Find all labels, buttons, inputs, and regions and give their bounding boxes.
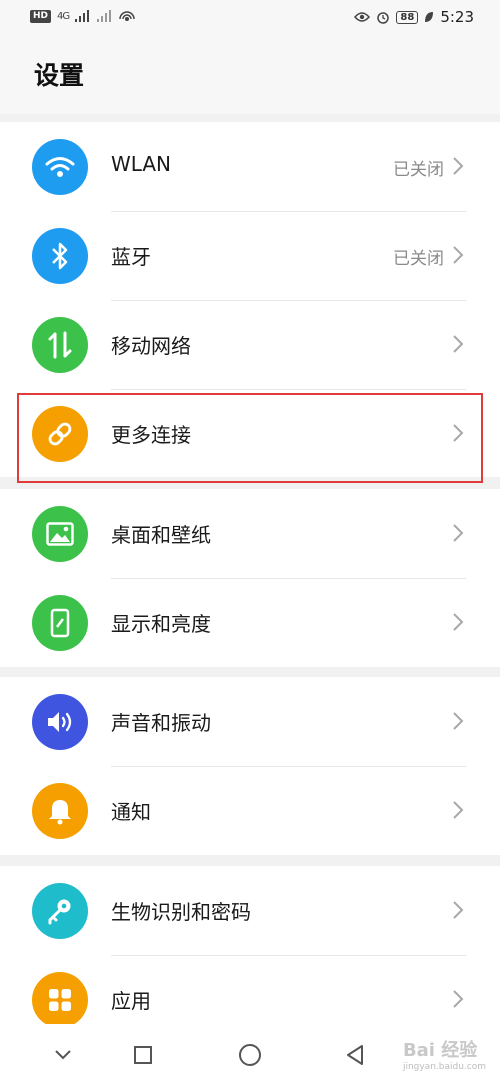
chevron-right-icon [453, 424, 464, 442]
settings-item-label: 移动网络 [111, 334, 191, 358]
settings-item-label: 生物识别和密码 [111, 900, 251, 924]
status-bar: HD 4G 88 5:23 [0, 0, 500, 36]
apps-icon [32, 972, 88, 1028]
chevron-right-icon [453, 901, 464, 919]
chevron-right-icon [453, 613, 464, 631]
settings-item-biometrics[interactable]: 生物识别和密码 [0, 866, 500, 955]
settings-item-label: 蓝牙 [111, 245, 151, 269]
settings-item-label: 声音和振动 [111, 711, 211, 735]
settings-item-more-connections[interactable]: 更多连接 [0, 389, 500, 478]
settings-item-wallpaper[interactable]: 桌面和壁纸 [0, 489, 500, 578]
wallpaper-icon [32, 506, 88, 562]
settings-item-label: 应用 [111, 989, 151, 1013]
chevron-right-icon [453, 990, 464, 1008]
settings-item-display[interactable]: 显示和亮度 [0, 578, 500, 667]
eye-icon [354, 12, 371, 22]
settings-item-label: 显示和亮度 [111, 612, 211, 636]
clock: 5:23 [440, 8, 474, 26]
settings-item-label: 通知 [111, 800, 151, 824]
page-header: 设置 [0, 36, 500, 114]
bell-icon [32, 783, 88, 839]
chevron-right-icon [453, 246, 464, 264]
settings-item-sound[interactable]: 声音和振动 [0, 677, 500, 766]
settings-group-sound: 声音和振动 通知 [0, 677, 500, 855]
mobile-data-icon [32, 317, 88, 373]
wifi-icon [32, 139, 88, 195]
settings-item-value: 已关闭 [393, 160, 444, 180]
hd-badge: HD [30, 9, 52, 23]
network-type: 4G [57, 10, 70, 22]
settings-item-bluetooth[interactable]: 蓝牙 已关闭 [0, 211, 500, 300]
home-icon[interactable] [235, 1040, 265, 1070]
recents-icon[interactable] [128, 1040, 158, 1070]
page-title: 设置 [34, 61, 85, 90]
watermark: Bai 经验 jingyan.baidu.com [403, 1036, 486, 1072]
chevron-right-icon [453, 335, 464, 353]
settings-group-connectivity: WLAN 已关闭 蓝牙 已关闭 移动网络 更多连接 [0, 122, 500, 477]
link-icon [32, 406, 88, 462]
settings-item-label: WLAN [111, 152, 172, 176]
settings-item-notifications[interactable]: 通知 [0, 766, 500, 855]
settings-item-label: 更多连接 [111, 423, 191, 447]
hotspot-icon [119, 11, 135, 21]
display-icon [32, 595, 88, 651]
status-left: HD 4G [30, 9, 135, 23]
back-icon[interactable] [340, 1040, 370, 1070]
chevron-right-icon [453, 712, 464, 730]
settings-item-mobile-network[interactable]: 移动网络 [0, 300, 500, 389]
settings-group-security: 生物识别和密码 应用 [0, 866, 500, 1028]
watermark-text: Bai 经验 [402, 1040, 478, 1061]
key-icon [32, 883, 88, 939]
chevron-right-icon [453, 801, 464, 819]
settings-group-display: 桌面和壁纸 显示和亮度 [0, 489, 500, 667]
speaker-icon [32, 694, 88, 750]
chevron-right-icon [453, 524, 464, 542]
status-right: 88 5:23 [354, 8, 474, 26]
settings-item-value: 已关闭 [393, 249, 444, 269]
settings-item-label: 桌面和壁纸 [111, 523, 211, 547]
signal-icon [75, 10, 90, 22]
chevron-right-icon [453, 157, 464, 175]
bluetooth-icon [32, 228, 88, 284]
collapse-icon[interactable] [48, 1040, 78, 1070]
battery-icon: 88 [396, 10, 419, 24]
settings-item-wlan[interactable]: WLAN 已关闭 [0, 122, 500, 211]
signal-icon [97, 10, 112, 22]
watermark-sub: jingyan.baidu.com [402, 1062, 486, 1072]
alarm-icon [377, 12, 390, 24]
leaf-icon [425, 12, 434, 22]
